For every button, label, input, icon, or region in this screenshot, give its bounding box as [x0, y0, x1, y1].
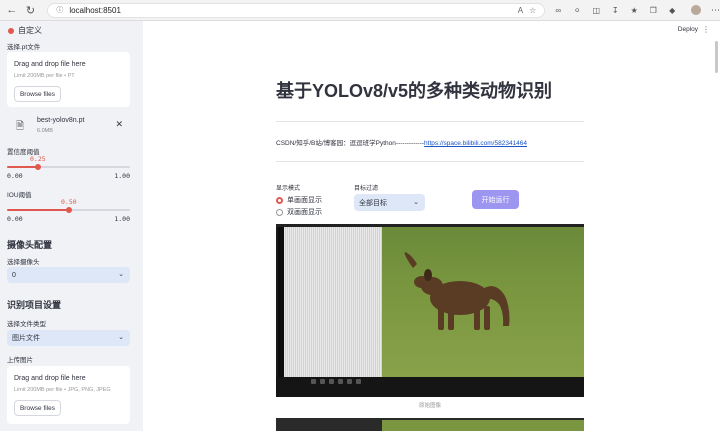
- iou-max: 1.00: [114, 215, 130, 223]
- browse-files-button[interactable]: Browse files: [14, 86, 61, 102]
- upload-image-label: 上传图片: [7, 357, 33, 364]
- record-dot-icon: [8, 27, 14, 34]
- display-mode-label: 显示模式: [276, 186, 301, 192]
- chevron-down-icon: ⌄: [413, 199, 419, 206]
- pt-file-dropzone[interactable]: Drag and drop file here Limit 200MB per …: [7, 52, 130, 107]
- copilot-icon[interactable]: ◆: [667, 5, 677, 15]
- page-title: 基于YOLOv8/v5的多种类动物识别: [276, 81, 553, 101]
- browse-files-button[interactable]: Browse files: [14, 400, 61, 416]
- url-text: localhost:8501: [69, 5, 121, 15]
- more-menu-icon[interactable]: ⋯: [711, 5, 720, 16]
- split-screen-icon[interactable]: ◫: [591, 5, 601, 15]
- remove-file-icon[interactable]: ✕: [115, 119, 123, 130]
- radio-checked-icon[interactable]: [276, 196, 283, 204]
- limit-text: Limit 200MB per file • PT: [14, 73, 75, 79]
- divider: [276, 121, 584, 122]
- detected-image: [276, 418, 584, 431]
- conf-fill: [7, 166, 38, 168]
- sidebar: 自定义 选择.pt文件 Drag and drop file here Limi…: [0, 21, 143, 431]
- project-heading: 识别项目设置: [7, 300, 62, 310]
- credits-text: CSDN/知乎/B站/博客园：逗逗班学Python-------------: [276, 140, 425, 147]
- dog-illustration: [404, 252, 510, 330]
- camera-select-label: 选择摄像头: [7, 259, 40, 266]
- collections-icon[interactable]: ❐: [648, 5, 658, 15]
- camera-select[interactable]: 0 ⌄: [7, 267, 130, 283]
- info-icon[interactable]: ⓘ: [56, 5, 63, 15]
- download-icon[interactable]: ↧: [610, 5, 620, 15]
- sidebar-title: 自定义: [8, 25, 42, 36]
- iou-fill: [7, 209, 69, 211]
- reload-icon[interactable]: ↻: [24, 3, 38, 17]
- target-filter-label: 目标过滤: [354, 186, 379, 192]
- original-image: [276, 224, 584, 397]
- bilibili-link[interactable]: https://space.bilibili.com/582341464: [424, 140, 527, 147]
- conf-min: 0.00: [7, 172, 23, 180]
- divider: [276, 161, 584, 162]
- read-aloud-icon[interactable]: A: [518, 6, 523, 15]
- target-filter-value: 全部目标: [359, 199, 387, 207]
- profile-avatar[interactable]: [691, 5, 701, 15]
- main-menu-icon[interactable]: ⋮: [702, 25, 710, 34]
- radio-single[interactable]: 单画面显示: [276, 195, 322, 205]
- conf-value: 0.25: [30, 155, 46, 163]
- file-name: best-yolov8n.pt: [37, 117, 85, 124]
- drag-text: Drag and drop file here: [14, 61, 86, 68]
- radio-double[interactable]: 双画面显示: [276, 207, 322, 217]
- conf-max: 1.00: [114, 172, 130, 180]
- chevron-down-icon: ⌄: [118, 271, 124, 278]
- file-type-label: 选择文件类型: [7, 321, 46, 328]
- camera-select-value: 0: [12, 271, 16, 279]
- credits-line: CSDN/知乎/B站/博客园：逗逗班学Python-------------ht…: [276, 137, 527, 147]
- conf-slider[interactable]: 0.25 0.00 1.00: [7, 155, 130, 180]
- chevron-down-icon: ⌄: [118, 334, 124, 341]
- limit-text: Limit 200MB per file • JPG, PNG, JPEG: [14, 387, 111, 393]
- favorite-star-icon[interactable]: ☆: [529, 6, 536, 15]
- back-icon[interactable]: ←: [5, 3, 19, 17]
- conf-thumb[interactable]: [35, 164, 41, 170]
- browser-toolbar: ← ↻ ⓘ localhost:8501 A ☆ ∞ ⚪ ◫ ↧ ★ ❐ ◆ ⋯: [0, 0, 720, 21]
- radio-unchecked-icon[interactable]: [276, 208, 283, 216]
- scrollbar[interactable]: [715, 41, 718, 73]
- camera-heading: 摄像头配置: [7, 240, 53, 250]
- shield-icon[interactable]: ⚪: [572, 5, 582, 15]
- extension-icon[interactable]: ∞: [553, 5, 563, 15]
- iou-slider[interactable]: 0.50 0.00 1.00: [7, 198, 130, 223]
- deploy-button[interactable]: Deploy: [678, 26, 698, 33]
- image-caption: 原始图像: [418, 403, 441, 409]
- iou-min: 0.00: [7, 215, 23, 223]
- favorites-icon[interactable]: ★: [629, 5, 639, 15]
- file-icon: 🗎: [16, 121, 25, 132]
- iou-thumb[interactable]: [66, 207, 72, 213]
- target-filter-select[interactable]: 全部目标 ⌄: [354, 194, 425, 211]
- address-bar[interactable]: ⓘ localhost:8501 A ☆: [47, 2, 546, 18]
- file-type-value: 图片文件: [12, 335, 40, 342]
- drag-text: Drag and drop file here: [14, 375, 86, 382]
- file-type-select[interactable]: 图片文件 ⌄: [7, 330, 130, 346]
- start-run-button[interactable]: 开始运行: [472, 190, 519, 209]
- uploaded-file: 🗎 best-yolov8n.pt 6.0MB ✕: [14, 116, 129, 140]
- file-size: 6.0MB: [37, 128, 53, 134]
- weights-label: 选择.pt文件: [7, 44, 41, 51]
- monitor-taskbar: [311, 379, 361, 384]
- image-dropzone[interactable]: Drag and drop file here Limit 200MB per …: [7, 366, 130, 424]
- iou-value: 0.50: [61, 198, 77, 206]
- main-content: Deploy ⋮ 基于YOLOv8/v5的多种类动物识别 CSDN/知乎/B站/…: [143, 21, 720, 431]
